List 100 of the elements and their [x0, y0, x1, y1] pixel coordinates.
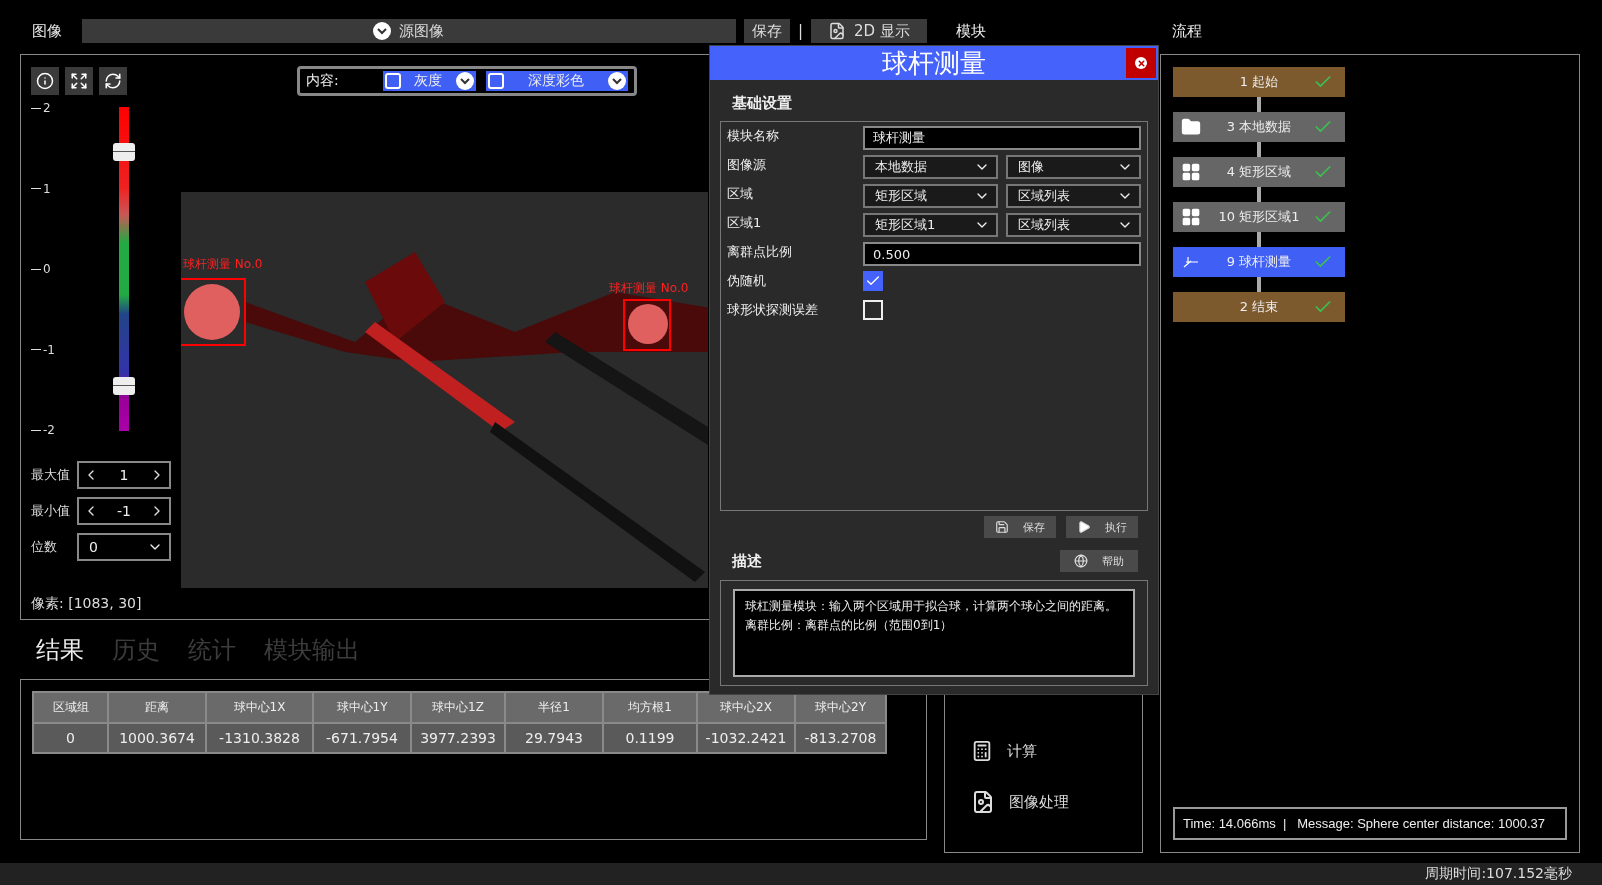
section-title: 基础设置 — [731, 93, 793, 114]
flow-title: 流程 — [1171, 21, 1203, 41]
close-icon — [1135, 57, 1147, 69]
layer-checkbox[interactable] — [385, 73, 402, 89]
save-button[interactable]: 保存 — [743, 19, 790, 43]
flow-node[interactable]: 2 结束 — [1173, 292, 1345, 322]
number-spinner[interactable]: 1 — [77, 461, 171, 489]
table-cell: 0 — [33, 723, 108, 753]
detection-label: 球杆测量 No.0 — [609, 280, 689, 297]
refresh-button[interactable] — [99, 67, 127, 95]
flow-connector — [1257, 277, 1261, 292]
content-label: 内容: — [306, 72, 340, 90]
save-button[interactable]: 保存 — [984, 516, 1056, 538]
field-label: 球形状探测误差 — [727, 301, 819, 319]
image-icon — [971, 790, 995, 814]
separator-text: | — [797, 22, 803, 40]
refresh-icon — [104, 72, 122, 90]
flow-node[interactable]: 10 矩形区域1 — [1173, 202, 1345, 232]
cycle-time-text: 周期时间:107.152毫秒 — [1425, 865, 1572, 883]
input-field[interactable]: 球杆测量 — [863, 126, 1141, 150]
table-cell: 0.1199 — [603, 723, 697, 753]
save-icon — [995, 520, 1009, 534]
image-label: 图像 — [31, 21, 63, 41]
globe-icon — [1074, 554, 1088, 568]
select-dropdown[interactable]: 区域列表 — [1006, 213, 1141, 237]
pixel-readout: 像素: [1083, 30] — [31, 595, 142, 613]
field-label: 离群点比例 — [727, 243, 793, 261]
table-cell: 1000.3674 — [108, 723, 206, 753]
flow-connector — [1257, 187, 1261, 202]
help-button[interactable]: 帮助 — [1060, 550, 1138, 572]
checkbox[interactable] — [863, 271, 883, 291]
select-dropdown[interactable]: 矩形区域1 — [863, 213, 998, 237]
expand-icon — [70, 72, 88, 90]
table-cell: 29.7943 — [505, 723, 603, 753]
module-item[interactable]: 计算 — [1007, 741, 1037, 761]
info-button[interactable] — [31, 67, 59, 95]
scale-tick: -2 — [31, 423, 119, 437]
spinner-label: 最小值 — [31, 502, 71, 520]
range-thumb[interactable] — [113, 376, 135, 395]
range-thumb[interactable] — [113, 143, 135, 162]
grid-icon — [1181, 162, 1201, 182]
select-dropdown[interactable]: 本地数据 — [863, 155, 998, 179]
section-title: 描述 — [731, 551, 762, 571]
description-text: 球杠测量模块：输入两个区域用于拟合球，计算两个球心之间的距离。 — [745, 598, 1118, 615]
chevron-circle-icon — [373, 22, 392, 40]
flow-connector — [1257, 142, 1261, 157]
table-cell: -1310.3828 — [206, 723, 313, 753]
flow-connector — [1257, 97, 1261, 112]
detection-label: 球杆测量 No.0 — [183, 256, 263, 273]
column-header: 距离 — [108, 692, 206, 723]
dialog-title: 球杆测量 — [882, 46, 986, 80]
input-field[interactable]: 0.500 — [863, 242, 1141, 266]
field-label: 图像源 — [727, 156, 767, 174]
image-icon — [828, 22, 847, 40]
flow-node[interactable]: 3 本地数据 — [1173, 112, 1345, 142]
column-header: 球中心1Y — [313, 692, 411, 723]
layer-checkbox[interactable] — [487, 73, 504, 89]
run-button[interactable]: 执行 — [1066, 516, 1138, 538]
scale-tick: -1 — [31, 342, 119, 357]
flow-node[interactable]: 9 球杆测量 — [1173, 247, 1345, 277]
flow-connector — [1257, 232, 1261, 247]
description-text: 离群比例：离群点的比例（范围0到1） — [745, 617, 954, 634]
message-box: Time: 14.066ms | Message: Sphere center distance: 1000.37 — [1173, 807, 1567, 840]
module-title: 模块 — [955, 21, 987, 41]
column-header: 球中心1X — [206, 692, 313, 723]
info-icon — [36, 72, 54, 90]
field-label: 区域1 — [727, 214, 763, 232]
table-cell: 3977.2393 — [411, 723, 505, 753]
module-item[interactable]: 图像处理 — [1009, 792, 1069, 812]
select-dropdown[interactable]: 区域列表 — [1006, 184, 1141, 208]
select-dropdown[interactable]: 图像 — [1006, 155, 1141, 179]
scale-tick: 1 — [31, 181, 119, 196]
field-label: 区域 — [727, 185, 754, 203]
scale-tick: 2 — [31, 101, 119, 115]
chevron-circle-icon — [455, 72, 474, 90]
field-label: 模块名称 — [727, 127, 780, 145]
spinner-label: 最大值 — [31, 466, 71, 484]
close-button[interactable] — [1126, 48, 1156, 78]
number-spinner[interactable]: -1 — [77, 497, 171, 525]
column-header: 均方根1 — [603, 692, 697, 723]
layer-dropdown[interactable]: 深度彩色 — [485, 71, 628, 91]
table-cell: -671.7954 — [313, 723, 411, 753]
digits-label: 位数 — [31, 538, 58, 556]
chevron-circle-icon — [608, 72, 626, 90]
field-label: 伪随机 — [727, 272, 767, 290]
scale-tick: 0 — [31, 262, 119, 276]
column-header: 区域组 — [33, 692, 108, 723]
column-header: 球中心1Z — [411, 692, 505, 723]
source-dropdown[interactable]: 源图像 — [82, 19, 736, 43]
display-mode-button[interactable]: 2D 显示 — [811, 19, 927, 43]
flow-node[interactable]: 1 起始 — [1173, 67, 1345, 97]
select-dropdown[interactable]: 矩形区域 — [863, 184, 998, 208]
result-tab[interactable]: 结果 — [36, 633, 84, 666]
digits-dropdown[interactable]: 0 — [77, 533, 171, 561]
layer-dropdown[interactable]: 灰度 — [383, 71, 476, 91]
fullscreen-button[interactable] — [65, 67, 93, 95]
calculator-icon — [971, 740, 993, 762]
table-cell: -1032.2421 — [697, 723, 795, 753]
column-header: 半径1 — [505, 692, 603, 723]
flow-node[interactable]: 4 矩形区域 — [1173, 157, 1345, 187]
